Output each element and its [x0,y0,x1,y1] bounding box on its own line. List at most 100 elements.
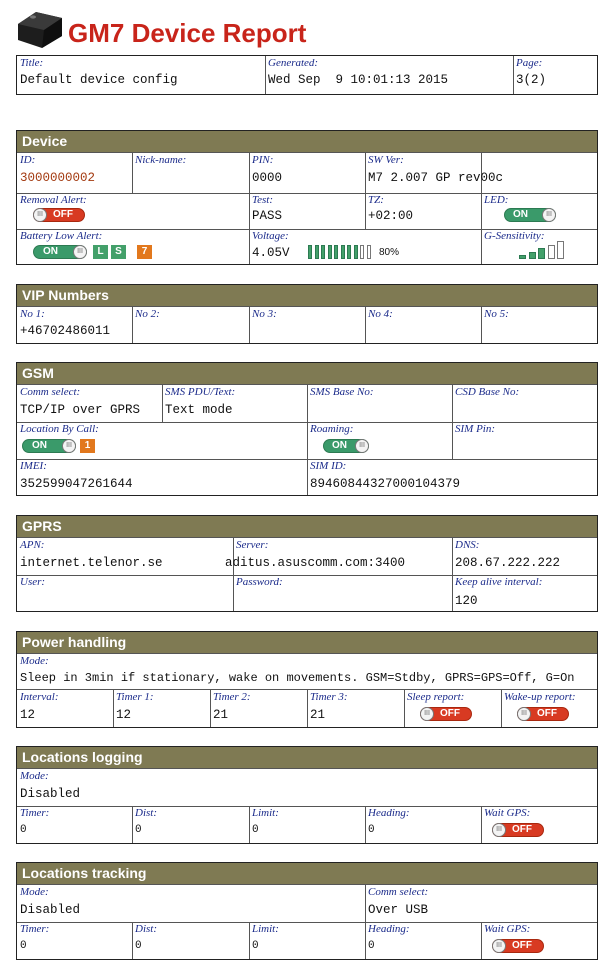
sim-id-label: SIM ID: [310,460,347,472]
voltage-label: Voltage: [252,230,289,242]
gprs-heading: GPRS [17,516,597,537]
g-sensitivity-bar [519,255,526,259]
id-value: 3000000002 [20,171,96,185]
tracking-section: Locations tracking Mode: Disabled Comm s… [16,862,598,960]
server-label: Server: [236,539,269,551]
test-value: PASS [252,209,283,223]
gsm-section: GSM Comm select: TCP/IP over GPRS SMS PD… [16,362,598,496]
location-by-call-toggle[interactable]: ON III [22,439,76,453]
battery-low-label: Battery Low Alert: [20,230,103,242]
test-label: Test: [252,194,273,206]
power-heading: Power handling [17,632,597,653]
battery-segment [308,245,312,259]
sms-mode-value: Text mode [165,403,233,417]
page-label: Page: [516,57,543,69]
logging-limit-label: Limit: [252,807,279,819]
tz-value: +02:00 [368,209,414,223]
battery-segment [314,245,319,259]
tracking-timer-label: Timer: [20,923,50,935]
g-sensitivity-bar [538,248,545,259]
battery-segment [360,245,364,259]
g-sensitivity-meter [519,241,569,259]
sim-id-value: 89460844327000104379 [310,477,461,491]
logging-mode-label: Mode: [20,770,49,782]
power-mode-value: Sleep in 3min if stationary, wake on mov… [20,671,575,685]
csd-base-label: CSD Base No: [455,386,520,398]
pin-value: 0000 [252,171,283,185]
tracking-comm-label: Comm select: [368,886,429,898]
removal-alert-toggle[interactable]: III OFF [33,208,85,222]
power-section: Power handling Mode: Sleep in 3min if st… [16,631,598,728]
tracking-dist-label: Dist: [135,923,157,935]
timer2-label: Timer 2: [213,691,251,703]
gprs-section: GPRS APN: internet.telenor.se Server: ad… [16,515,598,612]
toggle-knob-icon: III [355,439,369,453]
battery-segment [321,245,325,259]
generated-label: Generated: [268,57,319,69]
device-logo [14,6,66,52]
logging-timer-label: Timer: [20,807,50,819]
tracking-heading-value: 0 [368,940,375,952]
toggle-knob-icon: III [492,939,506,953]
toggle-knob-icon: III [420,707,434,721]
battery-percent: 80% [379,247,400,258]
location-by-call-badge: 1 [80,439,95,453]
vip-no1-label: No 1: [20,308,45,320]
device-section: Device ID: 3000000002 Nick-name: PIN: 00… [16,130,598,265]
toggle-knob-icon: III [517,707,531,721]
logging-wait-gps-toggle[interactable]: III OFF [492,823,544,837]
imei-label: IMEI: [20,460,47,472]
tracking-dist-value: 0 [135,940,142,952]
generated-value: Wed Sep 9 10:01:13 2015 [268,73,449,87]
timer3-label: Timer 3: [310,691,348,703]
toggle-knob-icon: III [33,208,47,222]
sw-ver-label: SW Ver: [368,154,404,166]
wake-up-report-toggle[interactable]: III OFF [517,707,569,721]
logging-limit-value: 0 [252,824,259,836]
vip-no2-label: No 2: [135,308,160,320]
battery-segment [327,245,332,259]
roaming-toggle[interactable]: ON III [323,439,369,453]
timer2-value: 21 [213,708,229,722]
toggle-knob-icon: III [542,208,556,222]
timer1-label: Timer 1: [116,691,154,703]
voltage-value: 4.05V [252,246,290,260]
timer3-value: 21 [310,708,326,722]
title-value: Default device config [20,73,178,87]
battery-s-badge: S [111,245,126,259]
dns-value: 208.67.222.222 [455,556,561,570]
logging-heading-value: 0 [368,824,375,836]
logging-mode-value: Disabled [20,787,81,801]
battery-segment [347,245,351,259]
led-toggle[interactable]: ON III [504,208,556,222]
comm-select-label: Comm select: [20,386,81,398]
tracking-timer-value: 0 [20,940,27,952]
roaming-label: Roaming: [310,423,354,435]
tracking-wait-gps-toggle[interactable]: III OFF [492,939,544,953]
sleep-report-label: Sleep report: [407,691,465,703]
battery-low-toggle[interactable]: ON III [33,245,87,259]
wake-up-report-label: Wake-up report: [504,691,576,703]
user-label: User: [20,576,46,588]
title-label: Title: [20,57,44,69]
sleep-report-toggle[interactable]: III OFF [420,707,472,721]
imei-value: 352599047261644 [20,477,133,491]
led-label: LED: [484,194,509,206]
server-value: aditus.asuscomm.com:3400 [225,556,406,570]
g-sensitivity-bar [557,241,564,259]
logging-heading: Locations logging [17,747,597,768]
battery-count-badge: 7 [137,245,152,259]
battery-l-badge: L [93,245,108,259]
page-value: 3(2) [516,73,547,87]
tracking-heading: Locations tracking [17,863,597,884]
sms-base-label: SMS Base No: [310,386,374,398]
sms-mode-label: SMS PDU/Text: [165,386,236,398]
battery-segment [340,245,345,259]
id-label: ID: [20,154,36,166]
logging-wait-gps-label: Wait GPS: [484,807,531,819]
g-sensitivity-bar [528,251,536,259]
logging-heading-label: Heading: [368,807,410,819]
timer1-value: 12 [116,708,132,722]
logging-dist-label: Dist: [135,807,157,819]
vip-no3-label: No 3: [252,308,277,320]
